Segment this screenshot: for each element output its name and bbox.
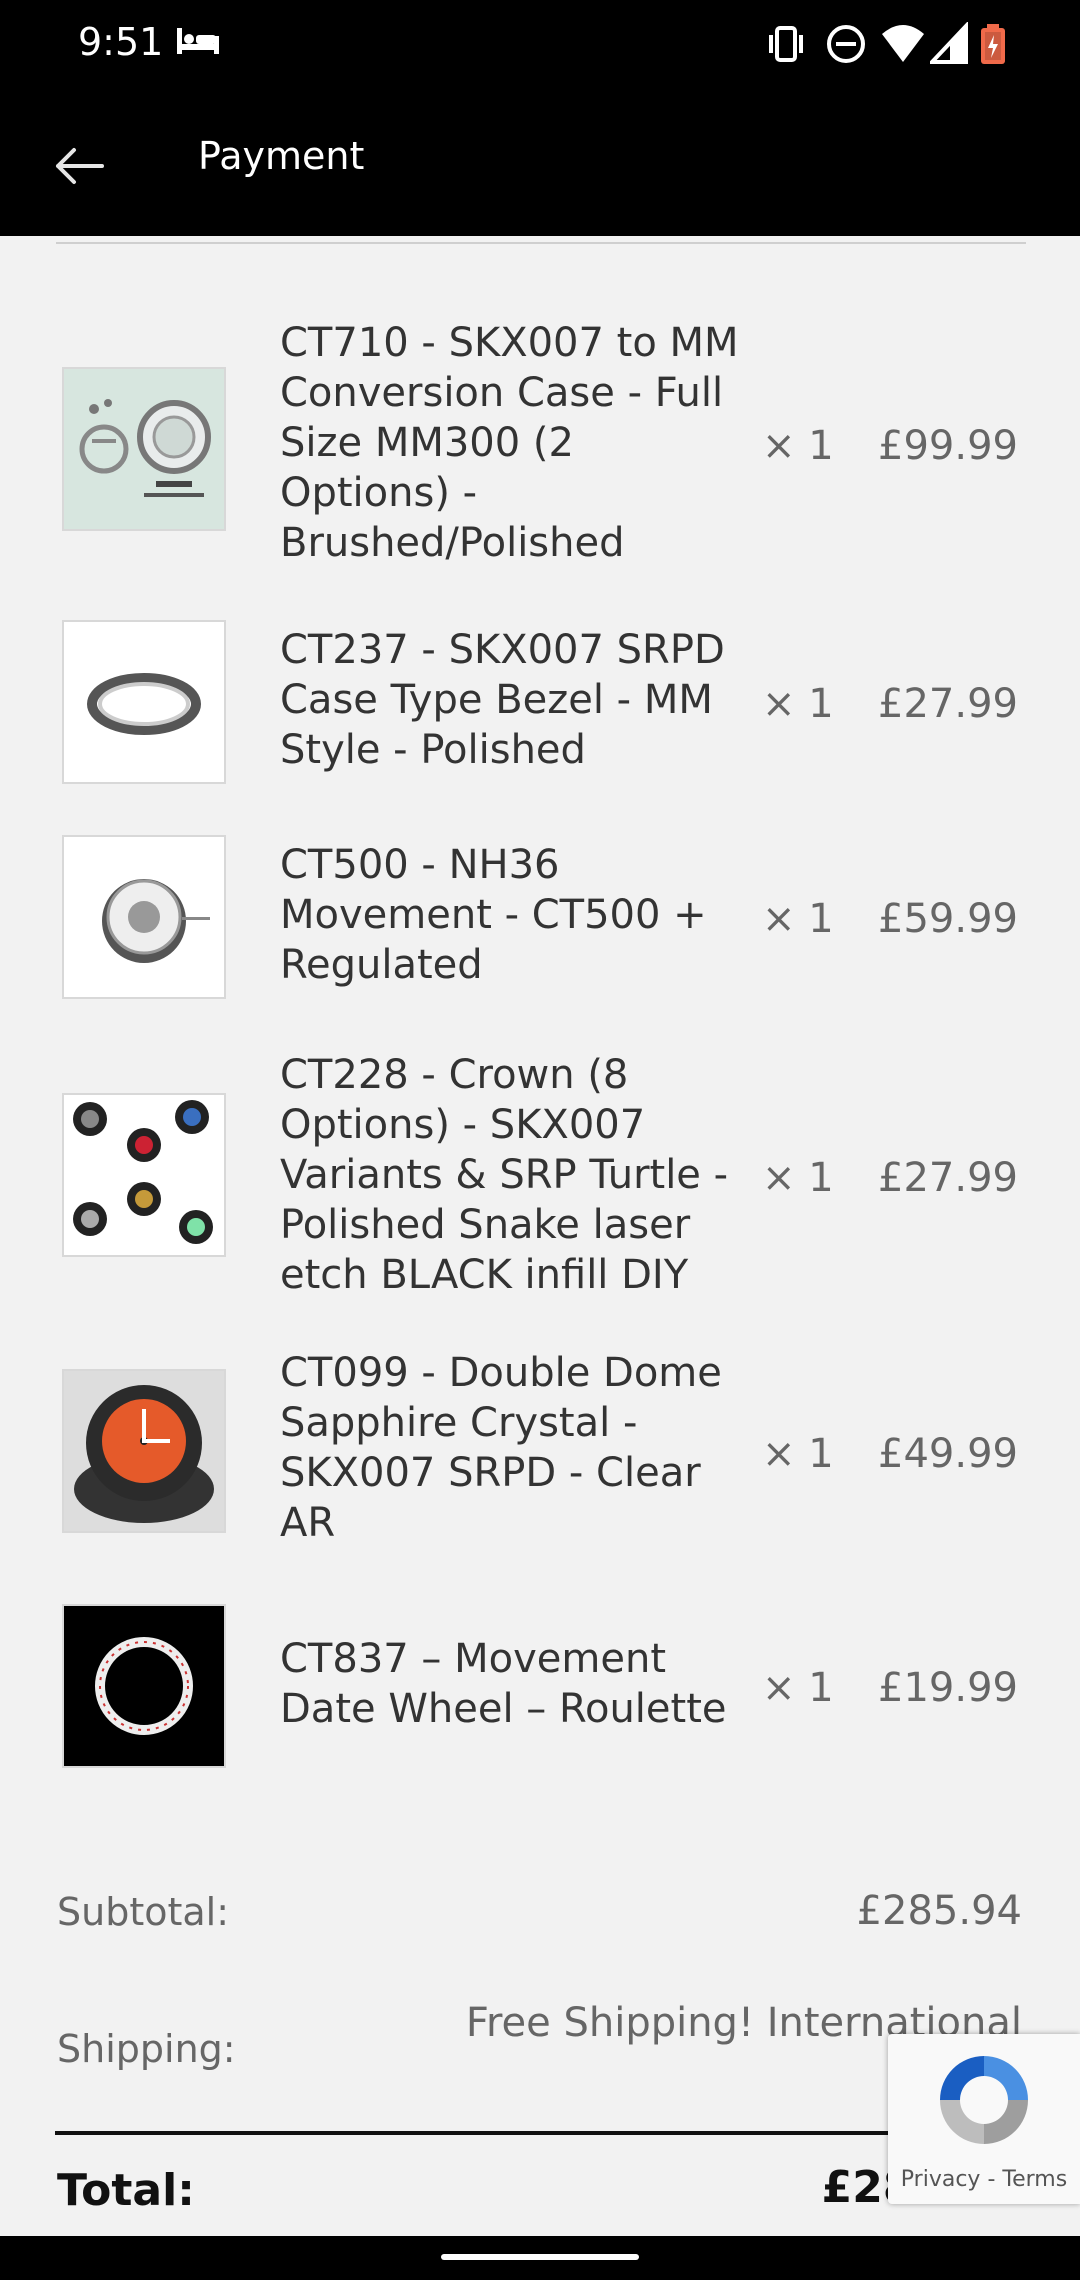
page-title: Payment	[198, 134, 365, 178]
status-time: 9:51	[78, 20, 164, 64]
product-quantity: × 1	[762, 681, 834, 727]
back-arrow-icon	[56, 148, 104, 184]
total-label: Total:	[57, 2165, 195, 2216]
link-separator: -	[980, 2167, 1003, 2192]
product-image	[62, 1604, 226, 1768]
product-name: CT500 - NH36 Movement - CT500 + Regulate…	[280, 842, 707, 988]
recaptcha-icon	[940, 2056, 1028, 2144]
app-bar: Payment	[0, 88, 1080, 236]
product-price: £27.99	[878, 681, 1018, 727]
total-divider	[55, 2131, 1025, 2135]
product-price: £27.99	[878, 1155, 1018, 1201]
product-image	[62, 1369, 226, 1533]
date-wheel-icon	[64, 1606, 224, 1766]
product-price: £99.99	[878, 423, 1018, 469]
bezel-icon	[64, 622, 224, 782]
back-button[interactable]	[38, 126, 118, 206]
product-name: CT228 - Crown (8 Options) - SKX007 Varia…	[280, 1052, 729, 1298]
product-quantity: × 1	[762, 423, 834, 469]
product-quantity: × 1	[762, 1431, 834, 1477]
wifi-icon	[880, 22, 926, 70]
recaptcha-badge[interactable]: Privacy - Terms	[888, 2034, 1080, 2204]
conversion-case-icon	[64, 369, 224, 529]
home-gesture-handle[interactable]	[441, 2254, 639, 2260]
battery-icon	[978, 22, 1008, 70]
product-image	[62, 367, 226, 531]
subtotal-label: Subtotal:	[57, 1890, 230, 1934]
product-price: £19.99	[878, 1665, 1018, 1711]
navigation-bar	[0, 2236, 1080, 2280]
recaptcha-links: Privacy - Terms	[888, 2167, 1080, 2192]
terms-link[interactable]: Terms	[1002, 2167, 1067, 2192]
watch-icon	[64, 1371, 224, 1531]
status-bar: 9:51	[0, 0, 1080, 88]
product-name: CT710 - SKX007 to MM Conversion Case - F…	[280, 320, 739, 566]
product-price: £49.99	[878, 1431, 1018, 1477]
product-name: CT237 - SKX007 SRPD Case Type Bezel - MM…	[280, 627, 725, 773]
crowns-icon	[64, 1095, 224, 1255]
product-name: CT837 – Movement Date Wheel – Roulette	[280, 1636, 727, 1732]
movement-icon	[64, 837, 224, 997]
subtotal-value: £285.94	[856, 1888, 1022, 1934]
privacy-link[interactable]: Privacy	[901, 2167, 981, 2192]
vibrate-icon	[764, 22, 808, 70]
sleep-bed-icon	[174, 22, 220, 66]
shipping-label: Shipping:	[57, 2027, 236, 2071]
product-image	[62, 1093, 226, 1257]
product-quantity: × 1	[762, 896, 834, 942]
do-not-disturb-icon	[824, 22, 868, 70]
product-image	[62, 835, 226, 999]
product-quantity: × 1	[762, 1155, 834, 1201]
product-image	[62, 620, 226, 784]
divider	[56, 242, 1026, 244]
cellular-signal-icon	[927, 20, 970, 70]
product-quantity: × 1	[762, 1665, 834, 1711]
product-price: £59.99	[878, 896, 1018, 942]
product-name: CT099 - Double Dome Sapphire Crystal - S…	[280, 1350, 722, 1546]
